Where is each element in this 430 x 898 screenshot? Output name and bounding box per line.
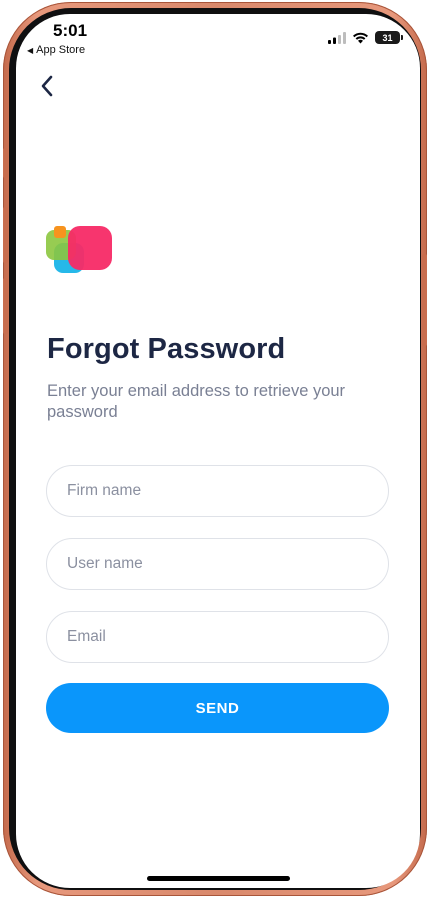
volume-down-button [3, 278, 8, 334]
volume-up-button [3, 207, 8, 263]
home-indicator[interactable] [147, 876, 290, 881]
user-name-input[interactable] [46, 538, 389, 590]
wifi-icon [353, 32, 368, 43]
back-to-app-label: App Store [36, 44, 86, 56]
page-title: Forgot Password [47, 333, 286, 365]
screen: 5:01 ◀ App Store 31 Forgot Password Ente… [16, 14, 420, 888]
status-icons: 31 [328, 31, 403, 44]
status-time: 5:01 [53, 21, 88, 40]
phone-frame: 5:01 ◀ App Store 31 Forgot Password Ente… [3, 2, 427, 896]
battery-level: 31 [382, 32, 393, 43]
page-subtitle: Enter your email address to retrieve you… [47, 382, 346, 421]
mute-switch [3, 148, 8, 178]
power-button [422, 254, 427, 346]
firm-name-input[interactable] [46, 465, 389, 517]
email-input[interactable] [46, 611, 389, 663]
cellular-signal-icon [328, 31, 346, 44]
back-button[interactable] [33, 72, 61, 100]
back-triangle-icon: ◀ [27, 45, 34, 55]
app-logo [46, 226, 112, 273]
back-to-app-store[interactable]: ◀ App Store [27, 44, 85, 56]
send-button[interactable]: SEND [46, 683, 389, 733]
chevron-left-icon [41, 75, 53, 97]
battery-icon: 31 [375, 31, 403, 44]
